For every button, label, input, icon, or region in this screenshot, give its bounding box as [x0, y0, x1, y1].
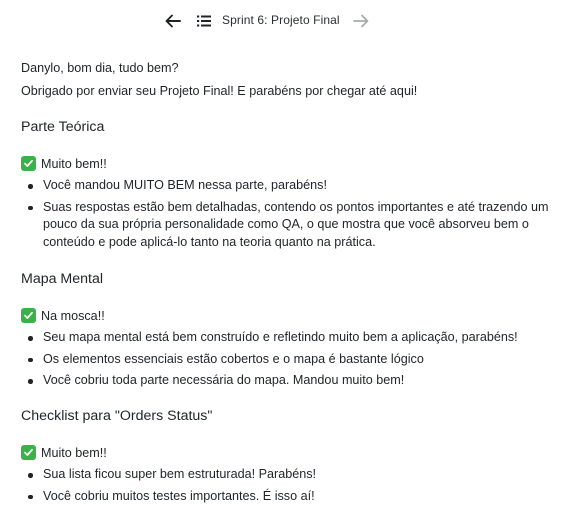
greeting-text: Danylo, bom dia, tudo bem? [21, 61, 179, 75]
feedback-list: Seu mapa mental está bem construído e re… [21, 329, 566, 394]
arrow-left-icon[interactable] [164, 12, 182, 30]
check-mark-icon [21, 308, 36, 323]
section-verdict: Na mosca!! [21, 307, 105, 324]
check-mark-icon [21, 156, 36, 171]
section-verdict: Muito bem!! [21, 444, 107, 461]
list-item: Sua lista ficou super bem estruturada! P… [21, 466, 566, 484]
check-mark-icon [21, 445, 36, 460]
review-page: Sprint 6: Projeto Final Danylo, bom dia,… [0, 0, 583, 510]
bullet-dot [28, 357, 33, 362]
section-heading-mapa-mental: Mapa Mental [21, 271, 104, 287]
bullet-dot [28, 205, 33, 210]
section-heading-parte-teorica: Parte Teórica [21, 119, 105, 135]
thanks-text: Obrigado por enviar seu Projeto Final! E… [21, 84, 418, 98]
arrow-right-icon[interactable] [352, 12, 370, 30]
bullet-dot [28, 494, 33, 499]
verdict-label: Muito bem!! [41, 156, 107, 171]
section-verdict: Muito bem!! [21, 155, 107, 172]
bullet-dot [28, 336, 33, 341]
list-item: Você cobriu muitos testes importantes. É… [21, 488, 566, 506]
list-item: Você cobriu toda parte necessária do map… [21, 372, 566, 390]
verdict-label: Muito bem!! [41, 445, 107, 460]
bullet-dot [28, 379, 33, 384]
sprint-title: Sprint 6: Projeto Final [222, 13, 340, 27]
bullet-dot [28, 184, 33, 189]
section-heading-checklist: Checklist para "Orders Status" [21, 408, 213, 424]
list-icon[interactable] [196, 13, 212, 29]
bullet-dot [28, 473, 33, 478]
list-item: Os elementos essenciais estão cobertos e… [21, 351, 566, 369]
list-item: Suas respostas estão bem detalhadas, con… [21, 199, 566, 252]
verdict-label: Na mosca!! [41, 308, 105, 323]
sprint-navigation: Sprint 6: Projeto Final [0, 0, 583, 42]
list-item: Você mandou MUITO BEM nessa parte, parab… [21, 177, 566, 195]
feedback-list: Você mandou MUITO BEM nessa parte, parab… [21, 177, 566, 255]
feedback-list: Sua lista ficou super bem estruturada! P… [21, 466, 566, 509]
list-item: Seu mapa mental está bem construído e re… [21, 329, 566, 347]
